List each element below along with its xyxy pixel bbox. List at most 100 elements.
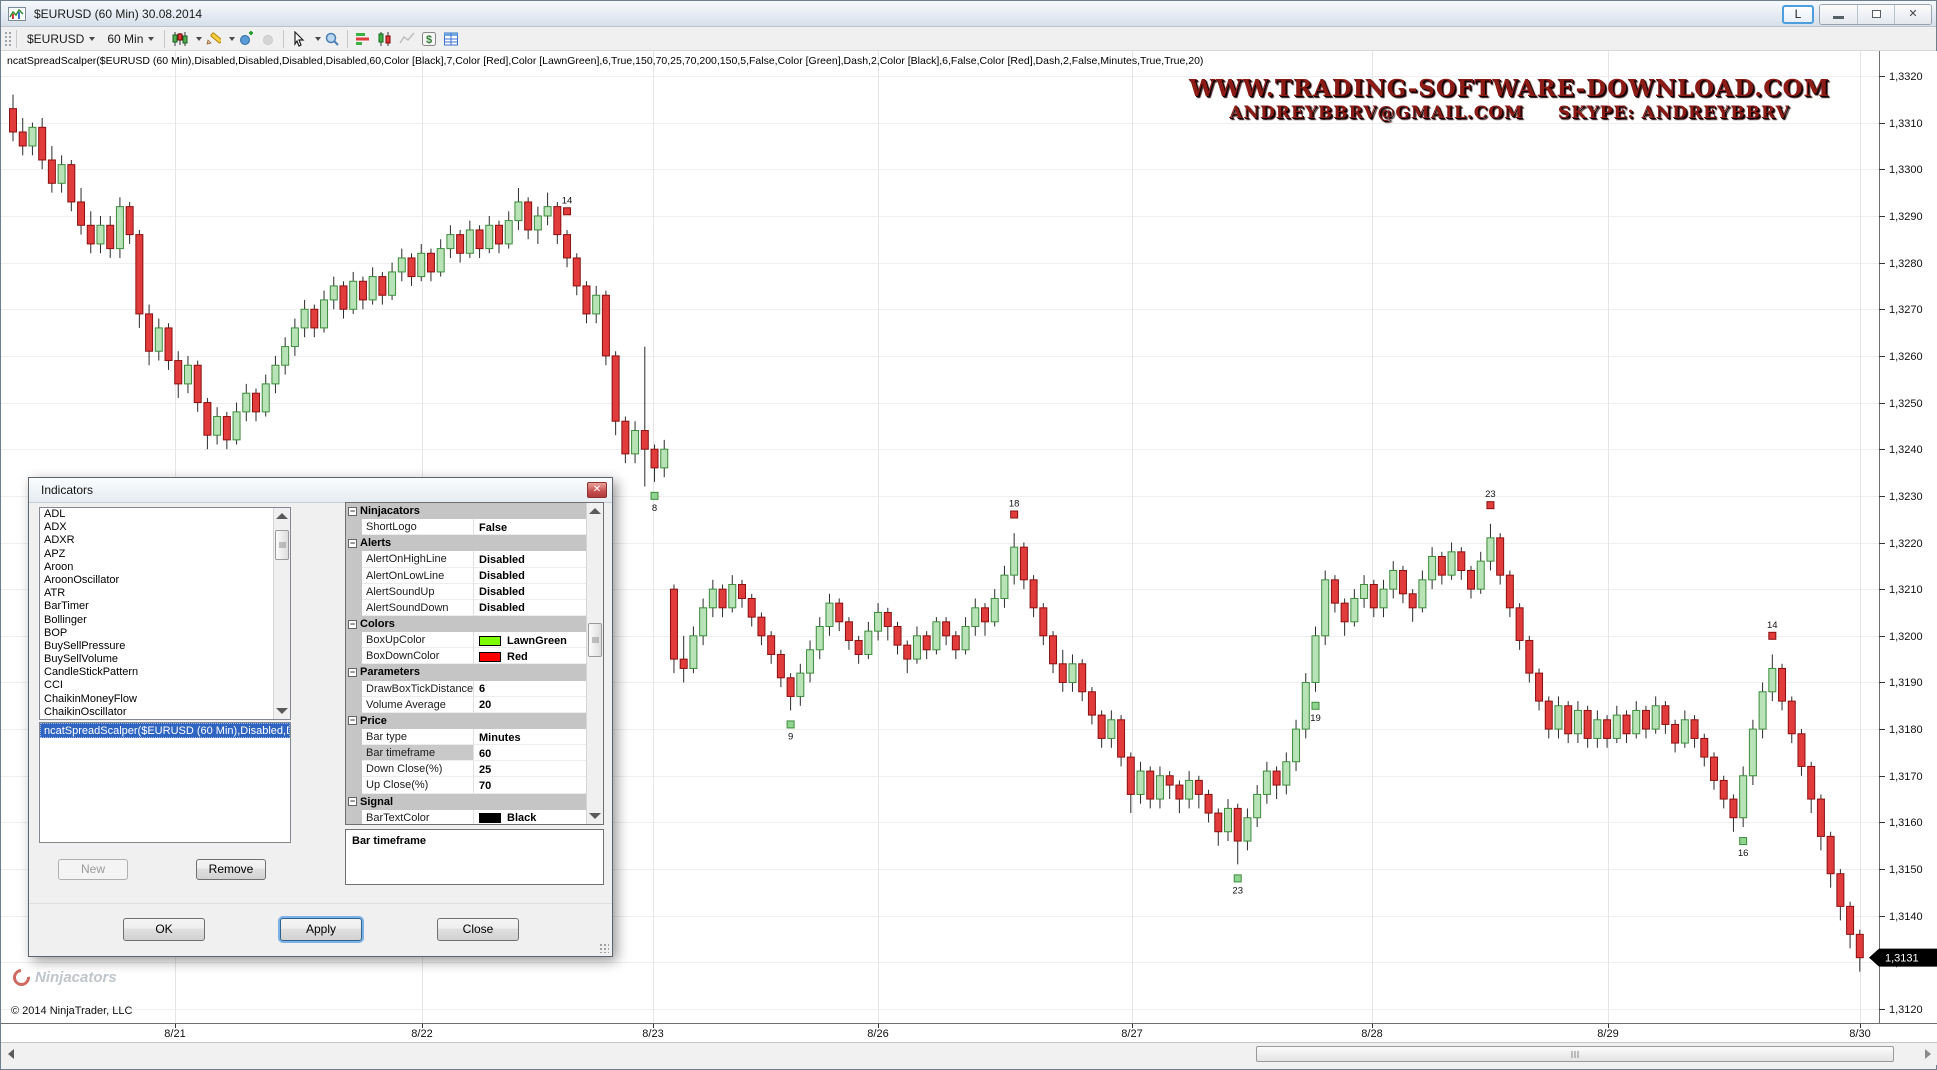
resize-grip[interactable]: [599, 943, 609, 953]
property-value[interactable]: Red: [474, 648, 586, 664]
dialog-title-bar[interactable]: Indicators: [29, 478, 612, 503]
property-row[interactable]: Bar typeMinutes: [346, 729, 586, 745]
indicator-list-item[interactable]: ADX: [40, 521, 290, 534]
property-row[interactable]: DrawBoxTickDistance6: [346, 681, 586, 697]
indicator-list-item[interactable]: BarTimer: [40, 600, 290, 613]
property-value[interactable]: Disabled: [474, 551, 586, 567]
dollar-icon[interactable]: $: [419, 30, 439, 48]
horizontal-scrollbar[interactable]: [1, 1042, 1937, 1065]
dialog-close-button[interactable]: ✕: [587, 482, 607, 498]
add-indicator-icon[interactable]: [236, 30, 256, 48]
property-value[interactable]: Disabled: [474, 600, 586, 616]
indicator-list-item[interactable]: AroonOscillator: [40, 574, 290, 587]
property-row[interactable]: Volume Average20: [346, 697, 586, 713]
scroll-down-icon[interactable]: [589, 813, 601, 819]
indicator-list-item[interactable]: BuySellPressure: [40, 640, 290, 653]
date-axis[interactable]: 8/218/228/238/268/278/288/298/30: [1, 1023, 1937, 1042]
property-category-row[interactable]: −Parameters: [346, 664, 586, 680]
scroll-right-icon[interactable]: [1925, 1049, 1931, 1059]
property-value[interactable]: False: [474, 519, 586, 535]
collapse-icon[interactable]: −: [348, 507, 357, 516]
property-row[interactable]: ShortLogoFalse: [346, 519, 586, 535]
property-row[interactable]: BoxUpColorLawnGreen: [346, 632, 586, 648]
property-value[interactable]: 60: [474, 745, 586, 761]
scrollbar-thumb[interactable]: [588, 623, 602, 657]
collapse-icon[interactable]: −: [348, 716, 357, 725]
apply-button[interactable]: Apply: [280, 918, 362, 941]
restore-button[interactable]: [1857, 5, 1894, 24]
property-value[interactable]: 20: [474, 697, 586, 713]
property-value[interactable]: 25: [474, 761, 586, 777]
available-indicators-list[interactable]: ADLADXADXRAPZAroonAroonOscillatorATRBarT…: [39, 507, 291, 720]
candle: [641, 347, 648, 487]
indicator-list-item[interactable]: ADL: [40, 508, 290, 521]
grid-icon[interactable]: [441, 30, 461, 48]
minimize-button[interactable]: [1820, 5, 1857, 24]
ok-button[interactable]: OK: [123, 918, 205, 941]
indicator-list-item[interactable]: ChaikinMoneyFlow: [40, 693, 290, 706]
property-row[interactable]: AlertSoundDownDisabled: [346, 600, 586, 616]
close-button[interactable]: ✕: [1894, 5, 1931, 24]
chart-style-icon[interactable]: [170, 30, 190, 48]
property-value[interactable]: Minutes: [474, 729, 586, 745]
applied-indicators-list[interactable]: ncatSpreadScalper($EURUSD (60 Min),Disab…: [39, 722, 291, 843]
property-category-row[interactable]: −Signal: [346, 794, 586, 810]
property-category-row[interactable]: −Alerts: [346, 535, 586, 551]
chevron-down-icon[interactable]: [315, 37, 321, 41]
indicator-list-item[interactable]: BuySellVolume: [40, 653, 290, 666]
applied-indicator-item[interactable]: ncatSpreadScalper($EURUSD (60 Min),Disab…: [40, 723, 290, 738]
property-value[interactable]: Disabled: [474, 584, 586, 600]
close-dialog-button[interactable]: Close: [437, 918, 519, 941]
indicator-list-item[interactable]: CCI: [40, 679, 290, 692]
property-category-row[interactable]: −Price: [346, 713, 586, 729]
zoom-icon[interactable]: [322, 30, 342, 48]
scroll-down-icon[interactable]: [276, 708, 288, 714]
interval-selector[interactable]: 60 Min: [101, 30, 160, 48]
collapse-icon[interactable]: −: [348, 620, 357, 629]
scrollbar-thumb[interactable]: [1256, 1046, 1894, 1062]
property-value[interactable]: 70: [474, 777, 586, 793]
chevron-down-icon[interactable]: [196, 37, 202, 41]
property-row[interactable]: BoxDownColorRed: [346, 648, 586, 664]
remove-button[interactable]: Remove: [196, 859, 266, 880]
candlestick-chart-icon[interactable]: [375, 30, 395, 48]
indicator-list-item[interactable]: APZ: [40, 548, 290, 561]
property-value[interactable]: 6: [474, 681, 586, 697]
cursor-icon[interactable]: [289, 30, 309, 48]
indicator-list-item[interactable]: ChaikinOscillator: [40, 706, 290, 719]
drawing-tools-icon[interactable]: [203, 30, 223, 48]
property-row[interactable]: Down Close(%)25: [346, 761, 586, 777]
indicator-list-item[interactable]: ADXR: [40, 534, 290, 547]
indicator-list-item[interactable]: Aroon: [40, 561, 290, 574]
collapse-icon[interactable]: −: [348, 797, 357, 806]
property-row[interactable]: AlertSoundUpDisabled: [346, 584, 586, 600]
property-value[interactable]: Black: [474, 810, 586, 825]
scroll-up-icon[interactable]: [276, 513, 288, 519]
link-button[interactable]: L: [1782, 5, 1814, 24]
scroll-up-icon[interactable]: [589, 508, 601, 514]
chevron-down-icon[interactable]: [229, 37, 235, 41]
scroll-left-icon[interactable]: [8, 1049, 14, 1059]
collapse-icon[interactable]: −: [348, 539, 357, 548]
property-grid[interactable]: −NinjacatorsShortLogoFalse−AlertsAlertOn…: [345, 502, 604, 825]
instrument-selector[interactable]: $EURUSD: [21, 30, 101, 48]
property-row[interactable]: AlertOnLowLineDisabled: [346, 568, 586, 584]
indicator-list-item[interactable]: Bollinger: [40, 614, 290, 627]
indicator-list-item[interactable]: BOP: [40, 627, 290, 640]
property-value[interactable]: LawnGreen: [474, 632, 586, 648]
list-scrollbar[interactable]: [273, 508, 290, 719]
collapse-icon[interactable]: −: [348, 668, 357, 677]
property-row[interactable]: Bar timeframe60: [346, 745, 586, 761]
indicator-list-item[interactable]: ATR: [40, 587, 290, 600]
property-row[interactable]: AlertOnHighLineDisabled: [346, 551, 586, 567]
property-category-row[interactable]: −Colors: [346, 616, 586, 632]
property-row[interactable]: Up Close(%)70: [346, 777, 586, 793]
property-row[interactable]: BarTextColorBlack: [346, 810, 586, 825]
indicator-list-item[interactable]: CandleStickPattern: [40, 666, 290, 679]
scrollbar-thumb[interactable]: [275, 530, 289, 560]
property-category-row[interactable]: −Ninjacators: [346, 503, 586, 519]
toolbar-grip[interactable]: [4, 31, 12, 47]
property-value[interactable]: Disabled: [474, 568, 586, 584]
property-grid-scrollbar[interactable]: [586, 503, 603, 824]
market-depth-icon[interactable]: [353, 30, 373, 48]
